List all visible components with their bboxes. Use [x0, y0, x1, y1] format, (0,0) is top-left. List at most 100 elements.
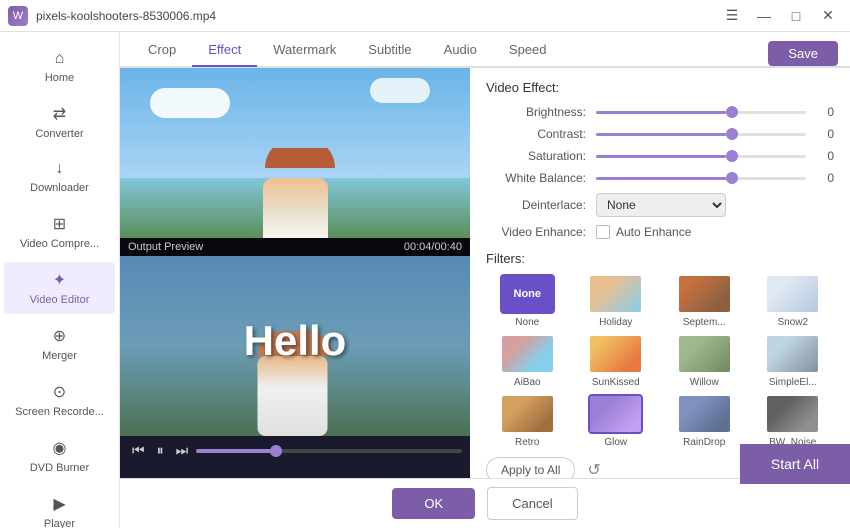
auto-enhance-label[interactable]: Auto Enhance	[596, 225, 691, 239]
progress-thumb	[270, 445, 282, 457]
filter-bg-september	[679, 276, 730, 312]
close-button[interactable]: ✕	[814, 4, 842, 28]
filter-bg-aibao	[502, 336, 553, 372]
filter-september[interactable]: Septem...	[663, 274, 746, 328]
recorder-icon: ⊙	[53, 382, 66, 402]
sidebar-label-converter: Converter	[35, 128, 83, 140]
prev-button[interactable]: ⏮	[128, 440, 149, 461]
filter-thumb-willow	[677, 334, 732, 374]
sidebar-item-downloader[interactable]: ↓ Downloader	[4, 152, 115, 202]
filter-raindrop[interactable]: RainDrop	[663, 394, 746, 448]
sidebar-item-dvd-burner[interactable]: ◉ DVD Burner	[4, 430, 115, 482]
maximize-button[interactable]: □	[782, 4, 810, 28]
sidebar-item-video-compress[interactable]: ⊞ Video Compre...	[4, 206, 115, 258]
contrast-slider[interactable]	[596, 133, 806, 136]
tab-watermark[interactable]: Watermark	[257, 34, 352, 67]
sidebar-item-home[interactable]: ⌂ Home	[4, 42, 115, 92]
bottom-bar: OK Cancel Start All	[120, 478, 850, 528]
saturation-row: Saturation: 0	[486, 149, 834, 163]
filter-none-text: None	[514, 288, 542, 300]
sidebar-item-merger[interactable]: ⊕ Merger	[4, 318, 115, 370]
filters-grid: None None Holiday	[486, 274, 834, 448]
sidebar-label-downloader: Downloader	[30, 182, 89, 194]
filter-glow[interactable]: Glow	[575, 394, 658, 448]
saturation-slider[interactable]	[596, 155, 806, 158]
cancel-button[interactable]: Cancel	[487, 487, 577, 520]
person-top	[250, 148, 340, 238]
auto-enhance-text: Auto Enhance	[616, 225, 691, 239]
deinterlace-select[interactable]: None Linear Yadif Yadif2x	[596, 193, 726, 217]
filter-thumb-glow	[588, 394, 643, 434]
sidebar-item-player[interactable]: ▶ Player	[4, 486, 115, 528]
saturation-fill	[596, 155, 726, 158]
contrast-value: 0	[814, 127, 834, 141]
ok-button[interactable]: OK	[392, 488, 475, 519]
filter-label-retro: Retro	[515, 437, 539, 448]
brightness-thumb	[726, 106, 738, 118]
downloader-icon: ↓	[56, 160, 64, 178]
filter-thumb-aibao	[500, 334, 555, 374]
apply-all-button[interactable]: Apply to All	[486, 457, 575, 478]
filter-label-aibao: AiBao	[514, 377, 541, 388]
saturation-slider-container: 0	[596, 149, 834, 163]
sidebar-item-screen-recorder[interactable]: ⊙ Screen Recorde...	[4, 374, 115, 426]
save-button[interactable]: Save	[768, 41, 838, 66]
minimize-button[interactable]: —	[750, 4, 778, 28]
auto-enhance-checkbox[interactable]	[596, 225, 610, 239]
white-balance-label: White Balance:	[486, 171, 596, 185]
menu-button[interactable]: ☰	[718, 4, 746, 28]
sidebar-label-compress: Video Compre...	[20, 238, 99, 250]
white-balance-slider-container: 0	[596, 171, 834, 185]
tab-crop[interactable]: Crop	[132, 34, 192, 67]
filter-bg-retro	[502, 396, 553, 432]
main-layout: ⌂ Home ⇄ Converter ↓ Downloader ⊞ Video …	[0, 32, 850, 528]
saturation-value: 0	[814, 149, 834, 163]
filter-holiday[interactable]: Holiday	[575, 274, 658, 328]
filter-label-willow: Willow	[690, 377, 719, 388]
title-bar: W pixels-koolshooters-8530006.mp4 ☰ — □ …	[0, 0, 850, 32]
filter-aibao[interactable]: AiBao	[486, 334, 569, 388]
merger-icon: ⊕	[53, 326, 66, 346]
filter-bg-bwnoise	[767, 396, 818, 432]
filter-thumb-retro	[500, 394, 555, 434]
tab-audio[interactable]: Audio	[428, 34, 493, 67]
next-button[interactable]: ⏭	[172, 440, 193, 461]
filter-bg-snow2	[767, 276, 818, 312]
editor-area: Output Preview 00:04/00:40 Hello	[120, 68, 850, 478]
refresh-filters-button[interactable]: ↺	[583, 456, 604, 478]
tab-subtitle[interactable]: Subtitle	[352, 34, 427, 67]
sidebar-item-video-editor[interactable]: ✦ Video Editor	[4, 262, 115, 314]
filter-label-sunkissed: SunKissed	[592, 377, 640, 388]
progress-bar[interactable]	[196, 449, 462, 453]
filter-simpleel[interactable]: SimpleEl...	[752, 334, 835, 388]
filter-bwnoise[interactable]: BW_Noise	[752, 394, 835, 448]
filter-thumb-holiday	[588, 274, 643, 314]
filter-none[interactable]: None None	[486, 274, 569, 328]
brightness-fill	[596, 111, 726, 114]
filter-thumb-snow2	[765, 274, 820, 314]
brightness-value: 0	[814, 105, 834, 119]
white-balance-slider[interactable]	[596, 177, 806, 180]
play-pause-button[interactable]: ⏸	[153, 440, 168, 461]
title-bar-left: W pixels-koolshooters-8530006.mp4	[8, 6, 216, 26]
filter-bg-holiday	[590, 276, 641, 312]
filter-snow2[interactable]: Snow2	[752, 274, 835, 328]
filter-retro[interactable]: Retro	[486, 394, 569, 448]
filter-label-glow: Glow	[604, 437, 627, 448]
filter-sunkissed[interactable]: SunKissed	[575, 334, 658, 388]
saturation-label: Saturation:	[486, 149, 596, 163]
brightness-slider-container: 0	[596, 105, 834, 119]
brightness-slider[interactable]	[596, 111, 806, 114]
contrast-fill	[596, 133, 726, 136]
app-icon: W	[8, 6, 28, 26]
compress-icon: ⊞	[53, 214, 66, 234]
sidebar-label-editor: Video Editor	[30, 294, 90, 306]
filter-label-september: Septem...	[683, 317, 726, 328]
sidebar-label-recorder: Screen Recorde...	[15, 406, 104, 418]
start-all-button[interactable]: Start All	[740, 444, 850, 484]
tab-effect[interactable]: Effect	[192, 34, 257, 67]
filter-willow[interactable]: Willow	[663, 334, 746, 388]
tab-speed[interactable]: Speed	[493, 34, 563, 67]
sidebar-item-converter[interactable]: ⇄ Converter	[4, 96, 115, 148]
filter-bg-raindrop	[679, 396, 730, 432]
